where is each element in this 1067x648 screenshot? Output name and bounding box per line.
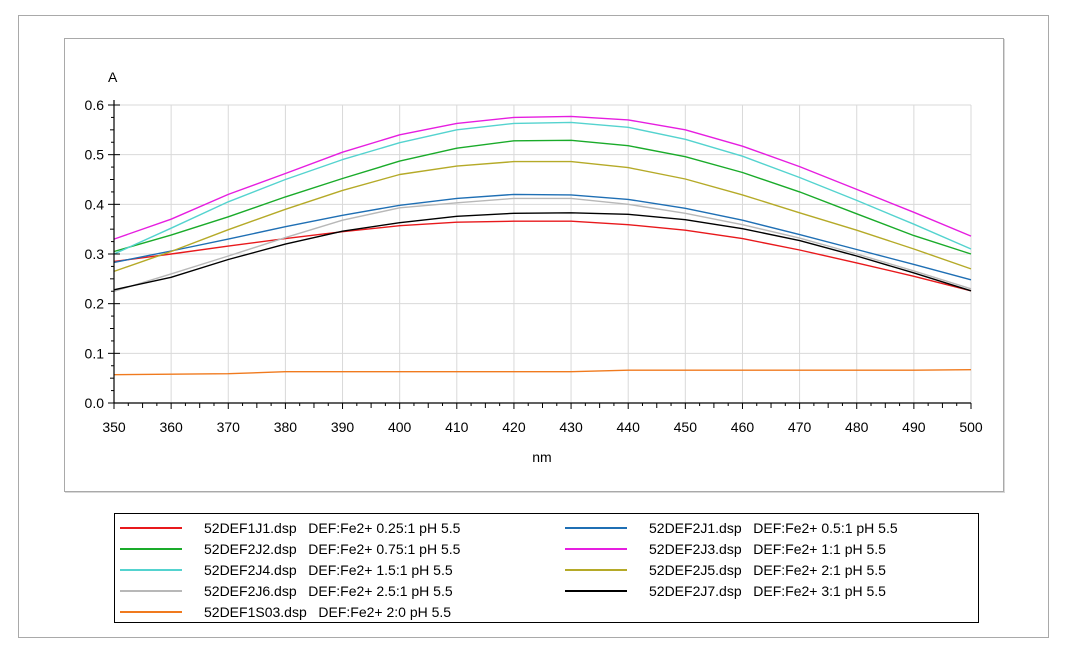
legend-swatch: [120, 569, 182, 571]
legend-label: 52DEF2J6.dsp DEF:Fe2+ 2.5:1 pH 5.5: [204, 583, 453, 599]
legend: 52DEF1J1.dsp DEF:Fe2+ 0.25:1 pH 5.5 52DEF…: [114, 513, 979, 623]
x-tick-label: 450: [674, 419, 698, 435]
x-tick-label: 470: [788, 419, 812, 435]
legend-label: 52DEF2J5.dsp DEF:Fe2+ 2:1 pH 5.5: [649, 562, 886, 578]
legend-swatch: [120, 590, 182, 592]
legend-label: 52DEF2J1.dsp DEF:Fe2+ 0.5:1 pH 5.5: [649, 520, 898, 536]
y-tick-label: 0.1: [85, 345, 105, 361]
legend-entry: 52DEF2J3.dsp DEF:Fe2+ 1:1 pH 5.5: [565, 539, 886, 559]
legend-entry: 52DEF2J7.dsp DEF:Fe2+ 3:1 pH 5.5: [565, 581, 886, 601]
x-tick-label: 390: [331, 419, 355, 435]
y-tick-label: 0.0: [85, 395, 105, 411]
y-tick-label: 0.5: [85, 147, 105, 163]
legend-entry: 52DEF2J4.dsp DEF:Fe2+ 1.5:1 pH 5.5: [120, 560, 453, 580]
y-tick-label: 0.2: [85, 296, 105, 312]
series-line-2: [113, 193, 972, 281]
series-line-5: [113, 121, 972, 255]
legend-label: 52DEF1S03.dsp DEF:Fe2+ 2:0 pH 5.5: [204, 604, 452, 620]
legend-swatch: [565, 548, 627, 550]
legend-label: 52DEF1J1.dsp DEF:Fe2+ 0.25:1 pH 5.5: [204, 520, 461, 536]
legend-swatch: [120, 527, 182, 529]
x-tick-label: 500: [959, 419, 983, 435]
legend-label: 52DEF2J7.dsp DEF:Fe2+ 3:1 pH 5.5: [649, 583, 886, 599]
legend-swatch: [120, 611, 182, 613]
x-tick-label: 440: [617, 419, 641, 435]
y-tick-label: 0.3: [85, 246, 105, 262]
x-tick-label: 370: [217, 419, 241, 435]
series-line-6: [113, 160, 972, 273]
x-tick-label: 480: [845, 419, 869, 435]
legend-swatch: [120, 548, 182, 550]
legend-entry: 52DEF2J5.dsp DEF:Fe2+ 2:1 pH 5.5: [565, 560, 886, 580]
grid-layer: [113, 104, 972, 404]
legend-entry: 52DEF2J6.dsp DEF:Fe2+ 2.5:1 pH 5.5: [120, 581, 453, 601]
x-tick-label: 430: [559, 419, 583, 435]
series-line-9: [113, 369, 972, 376]
legend-label: 52DEF2J4.dsp DEF:Fe2+ 1.5:1 pH 5.5: [204, 562, 453, 578]
series-line-3: [113, 139, 972, 255]
legend-swatch: [565, 590, 627, 592]
x-tick-label: 460: [731, 419, 755, 435]
y-tick-label: 0.4: [85, 196, 105, 212]
legend-entry: 52DEF2J2.dsp DEF:Fe2+ 0.75:1 pH 5.5: [120, 539, 460, 559]
x-tick-label: 490: [902, 419, 926, 435]
legend-entry: 52DEF2J1.dsp DEF:Fe2+ 0.5:1 pH 5.5: [565, 518, 898, 538]
legend-swatch: [565, 569, 627, 571]
legend-entry: 52DEF1J1.dsp DEF:Fe2+ 0.25:1 pH 5.5: [120, 518, 460, 538]
x-tick-label: 410: [445, 419, 469, 435]
x-axis-title: nm: [532, 449, 551, 465]
x-tick-label: 420: [502, 419, 526, 435]
axis-layer: 350 360 370 380 390 400 410 420 430 440 450 460 470 4…: [85, 97, 983, 435]
x-tick-label: 350: [102, 419, 126, 435]
legend-entry: 52DEF1S03.dsp DEF:Fe2+ 2:0 pH 5.5: [120, 602, 451, 622]
legend-swatch: [565, 527, 627, 529]
y-tick-label: 0.6: [85, 97, 105, 113]
legend-label: 52DEF2J3.dsp DEF:Fe2+ 1:1 pH 5.5: [649, 541, 886, 557]
x-tick-label: 400: [388, 419, 412, 435]
y-axis-title: A: [108, 69, 118, 85]
legend-label: 52DEF2J2.dsp DEF:Fe2+ 0.75:1 pH 5.5: [204, 541, 461, 557]
x-tick-label: 380: [274, 419, 298, 435]
x-tick-label: 360: [159, 419, 183, 435]
